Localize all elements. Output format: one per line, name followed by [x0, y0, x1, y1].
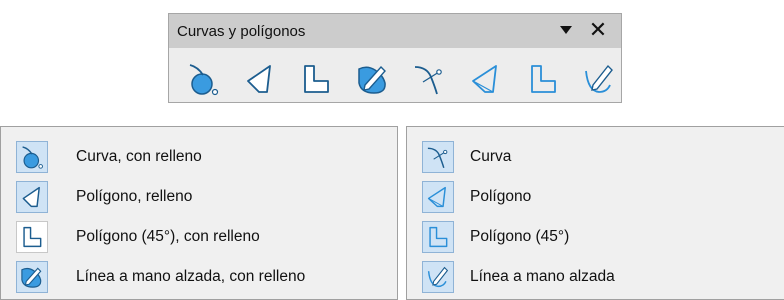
- curve-icon: [415, 66, 443, 95]
- toolbar-title: Curvas y polígonos: [177, 22, 306, 40]
- toolbar-buttons: [181, 59, 634, 99]
- menu-item-freeform[interactable]: Línea a mano alzada: [407, 258, 784, 296]
- polygon-45-icon: [530, 65, 556, 93]
- curve-filled-icon: [189, 64, 219, 96]
- polygon-filled-button[interactable]: [238, 59, 282, 99]
- polygon-icon: [422, 181, 454, 213]
- freeform-line-filled-icon: [16, 261, 48, 293]
- toolbar-titlebar[interactable]: Curvas y polígonos ✕: [169, 14, 621, 48]
- polygon-45-filled-button[interactable]: [294, 59, 338, 99]
- filled-shapes-menu: Curva, con relleno Polígono, relleno Pol…: [0, 126, 398, 300]
- menu-item-label: Curva, con relleno: [76, 148, 202, 165]
- polygon-45-button[interactable]: [521, 59, 565, 99]
- menu-item-label: Polígono (45°), con relleno: [76, 228, 260, 245]
- menu-item-curve-filled[interactable]: Curva, con relleno: [1, 138, 397, 176]
- menu-item-label: Polígono, relleno: [76, 188, 193, 205]
- polygon-45-filled-icon: [304, 65, 330, 93]
- freeform-line-icon: [422, 261, 454, 293]
- menu-item-polygon-45-filled[interactable]: Polígono (45°), con relleno: [1, 218, 397, 256]
- menu-item-label: Línea a mano alzada, con relleno: [76, 268, 306, 285]
- freeform-line-icon: [585, 64, 614, 93]
- menu-item-polygon[interactable]: Polígono: [407, 178, 784, 216]
- polygon-45-icon: [422, 221, 454, 253]
- curves-polygons-toolbar: Curvas y polígonos ✕: [168, 13, 622, 103]
- menu-item-label: Curva: [470, 148, 512, 165]
- menu-item-polygon-45[interactable]: Polígono (45°): [407, 218, 784, 256]
- curve-filled-icon: [16, 141, 48, 173]
- menu-item-freeform-filled[interactable]: Línea a mano alzada, con relleno: [1, 258, 397, 296]
- freeform-line-button[interactable]: [577, 59, 621, 99]
- polygon-icon: [472, 65, 497, 93]
- curve-icon: [422, 141, 454, 173]
- menu-item-label: Línea a mano alzada: [470, 268, 615, 285]
- close-icon[interactable]: ✕: [587, 19, 609, 41]
- menu-item-polygon-filled[interactable]: Polígono, relleno: [1, 178, 397, 216]
- polygon-filled-icon: [16, 181, 48, 213]
- freeform-line-filled-button[interactable]: [351, 59, 395, 99]
- menu-item-curve[interactable]: Curva: [407, 138, 784, 176]
- freeform-line-filled-icon: [358, 65, 386, 94]
- polygon-button[interactable]: [464, 59, 508, 99]
- unfilled-shapes-menu: Curva Polígono Polígono (45°) Línea a ma…: [406, 126, 784, 300]
- curve-button[interactable]: [407, 59, 451, 99]
- menu-item-label: Polígono (45°): [470, 228, 570, 245]
- polygon-45-filled-icon: [16, 221, 48, 253]
- curve-filled-button[interactable]: [181, 59, 225, 99]
- polygon-filled-icon: [246, 65, 271, 93]
- menu-item-label: Polígono: [470, 188, 532, 205]
- dropdown-triangle-icon[interactable]: [555, 19, 577, 41]
